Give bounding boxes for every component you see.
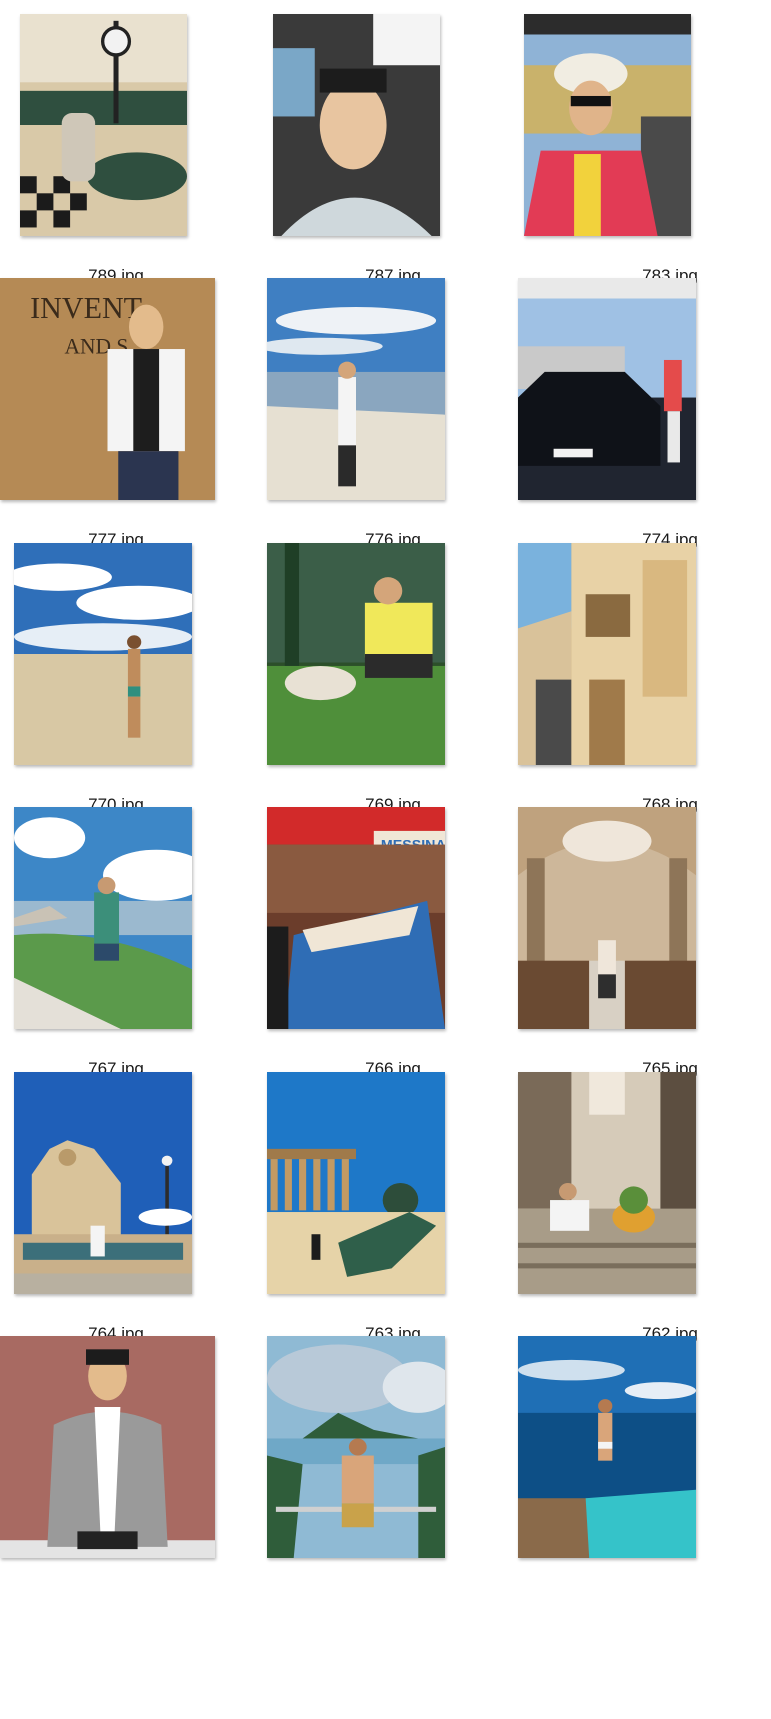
file-tile[interactable] [267, 1334, 503, 1614]
thumbnail-grid: 789.jpg 787.jpg 783.jpg INVENT AND S 777… [0, 0, 771, 1719]
beach-icon [14, 543, 192, 765]
file-tile-766[interactable]: MESSINA 766.jpg [267, 805, 503, 1085]
thumbnail-image[interactable]: INVENT AND S [0, 278, 215, 500]
file-tile-783[interactable]: 783.jpg [524, 12, 771, 292]
file-tile-763[interactable]: 763.jpg [267, 1070, 503, 1350]
file-tile-776[interactable]: 776.jpg [267, 276, 503, 556]
thumbnail-image[interactable] [518, 1072, 696, 1294]
baroque-church-icon [14, 1072, 192, 1294]
file-tile-787[interactable]: 787.jpg [273, 12, 503, 292]
thumbnail-image[interactable] [518, 543, 696, 765]
market-stall-icon: MESSINA [267, 807, 445, 1029]
thumbnail-image[interactable] [518, 278, 696, 500]
thumbnail-image[interactable] [518, 807, 696, 1029]
thumbnail-image[interactable]: MESSINA [267, 807, 445, 1029]
thumbnail-image[interactable] [273, 14, 440, 236]
thumbnail-image[interactable] [267, 1072, 445, 1294]
tropical-island-icon [267, 1336, 445, 1558]
file-tile-774[interactable]: 774.jpg [518, 276, 771, 556]
file-tile-769[interactable]: 769.jpg [267, 541, 503, 821]
thumbnail-image[interactable] [0, 1336, 215, 1558]
thumbnail-image[interactable] [267, 543, 445, 765]
alley-steps-icon [518, 1072, 696, 1294]
file-tile-777[interactable]: INVENT AND S 777.jpg [0, 276, 226, 556]
dog-grass-icon [267, 543, 445, 765]
old-street-icon [518, 543, 696, 765]
thumbnail-image[interactable] [518, 1336, 696, 1558]
infinity-pool-icon [518, 1336, 696, 1558]
file-tile-765[interactable]: 765.jpg [518, 805, 771, 1085]
thumbnail-image[interactable] [524, 14, 691, 236]
file-tile-762[interactable]: 762.jpg [518, 1070, 771, 1350]
file-tile[interactable] [0, 1334, 226, 1614]
car-selfie-icon [273, 14, 440, 236]
file-tile[interactable] [518, 1334, 771, 1614]
hotel-lobby-clock-icon [20, 14, 187, 236]
black-car-icon [518, 278, 696, 500]
svg-text:INVENT: INVENT [30, 291, 142, 326]
thumbnail-image[interactable] [267, 278, 445, 500]
thumbnail-image[interactable] [14, 1072, 192, 1294]
file-tile-764[interactable]: 764.jpg [6, 1070, 226, 1350]
convertible-hat-icon [524, 14, 691, 236]
thumbnail-image[interactable] [14, 807, 192, 1029]
thumbnail-image[interactable] [20, 14, 187, 236]
file-tile-768[interactable]: 768.jpg [518, 541, 771, 821]
seaside-bay-icon [267, 278, 445, 500]
grey-suit-icon [0, 1336, 215, 1558]
thumbnail-image[interactable] [14, 543, 192, 765]
suit-bowtie-icon: INVENT AND S [0, 278, 215, 500]
file-tile-770[interactable]: 770.jpg [6, 541, 226, 821]
cathedral-icon [518, 807, 696, 1029]
hill-view-icon [14, 807, 192, 1029]
greek-temple-icon [267, 1072, 445, 1294]
thumbnail-image[interactable] [267, 1336, 445, 1558]
file-tile-767[interactable]: 767.jpg [6, 805, 226, 1085]
file-tile-789[interactable]: 789.jpg [6, 12, 226, 292]
